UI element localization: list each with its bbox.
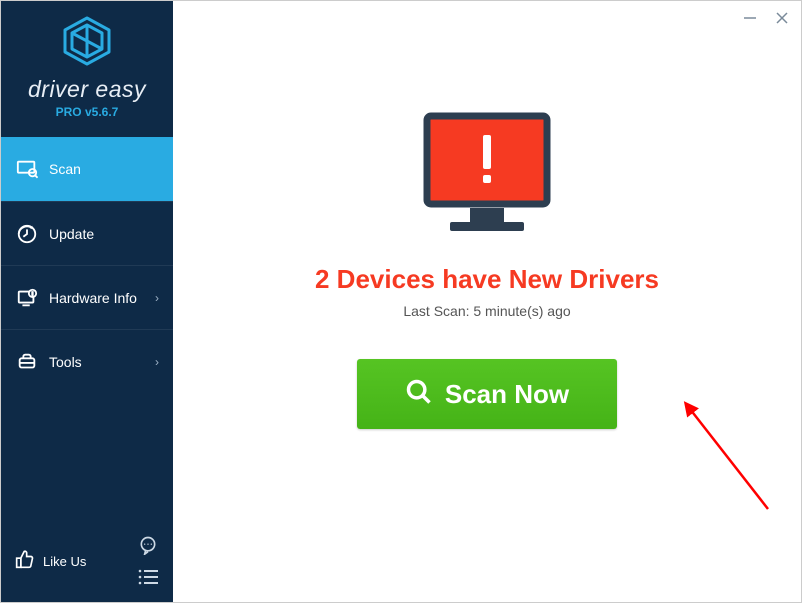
sidebar-footer-actions <box>137 534 159 588</box>
brand-name: driver easy <box>1 76 173 103</box>
menu-icon[interactable] <box>137 566 159 588</box>
sidebar-item-label: Hardware Info <box>49 290 155 306</box>
scan-now-button[interactable]: Scan Now <box>357 359 617 429</box>
window-controls <box>741 9 791 27</box>
chevron-right-icon: › <box>155 355 159 369</box>
last-scan-text: Last Scan: 5 minute(s) ago <box>403 303 570 319</box>
like-us-label: Like Us <box>43 554 86 569</box>
annotation-arrow-icon <box>678 399 788 519</box>
chevron-right-icon: › <box>155 291 159 305</box>
hardware-info-icon: i <box>15 286 39 310</box>
svg-text:i: i <box>32 292 33 298</box>
sidebar-item-label: Update <box>49 226 159 242</box>
brand-logo-icon <box>1 15 173 72</box>
sidebar: driver easy PRO v5.6.7 Scan <box>1 1 173 602</box>
sidebar-item-hardware-info[interactable]: i Hardware Info › <box>1 265 173 329</box>
thumbs-up-icon <box>15 549 35 574</box>
status-headline: 2 Devices have New Drivers <box>315 264 659 295</box>
brand-block: driver easy PRO v5.6.7 <box>1 1 173 129</box>
alert-monitor-icon <box>412 111 562 246</box>
app-window: driver easy PRO v5.6.7 Scan <box>0 0 802 603</box>
update-icon <box>15 222 39 246</box>
brand-version: PRO v5.6.7 <box>1 105 173 119</box>
scan-icon <box>15 157 39 181</box>
search-icon <box>405 378 433 411</box>
sidebar-item-label: Tools <box>49 354 155 370</box>
sidebar-item-update[interactable]: Update <box>1 201 173 265</box>
sidebar-item-label: Scan <box>49 161 159 177</box>
sidebar-item-tools[interactable]: Tools › <box>1 329 173 393</box>
like-us-button[interactable]: Like Us <box>15 549 86 574</box>
sidebar-nav: Scan Update <box>1 137 173 393</box>
sidebar-item-scan[interactable]: Scan <box>1 137 173 201</box>
feedback-icon[interactable] <box>137 534 159 556</box>
close-button[interactable] <box>773 9 791 27</box>
tools-icon <box>15 350 39 374</box>
minimize-button[interactable] <box>741 9 759 27</box>
main-panel: 2 Devices have New Drivers Last Scan: 5 … <box>173 1 801 602</box>
scan-now-label: Scan Now <box>445 379 569 410</box>
sidebar-footer: Like Us <box>1 524 173 602</box>
